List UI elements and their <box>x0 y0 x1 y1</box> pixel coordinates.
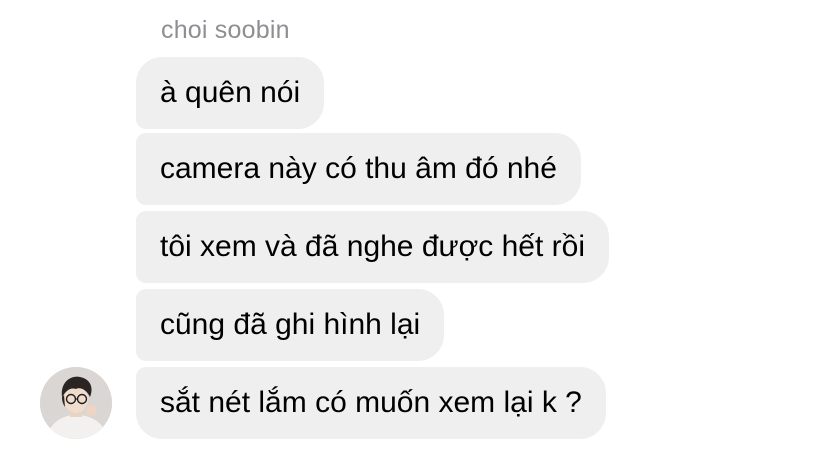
avatar[interactable] <box>40 367 112 439</box>
message-bubble[interactable]: camera này có thu âm đó nhé <box>136 133 581 205</box>
message-bubble[interactable]: à quên nói <box>136 57 325 129</box>
message-text: tôi xem và đã nghe được hết rồi <box>160 230 585 263</box>
message-text: camera này có thu âm đó nhé <box>160 152 557 185</box>
message-text: cũng đã ghi hình lại <box>160 308 421 341</box>
message-text: sắt nét lắm có muốn xem lại k ? <box>160 386 582 419</box>
message-bubble[interactable]: sắt nét lắm có muốn xem lại k ? <box>136 367 606 439</box>
avatar-photo-icon <box>40 367 112 439</box>
message-bubble[interactable]: cũng đã ghi hình lại <box>136 289 445 361</box>
message-text: à quên nói <box>160 76 301 109</box>
message-bubble[interactable]: tôi xem và đã nghe được hết rồi <box>136 211 609 283</box>
sender-name: choi soobin <box>161 16 290 44</box>
